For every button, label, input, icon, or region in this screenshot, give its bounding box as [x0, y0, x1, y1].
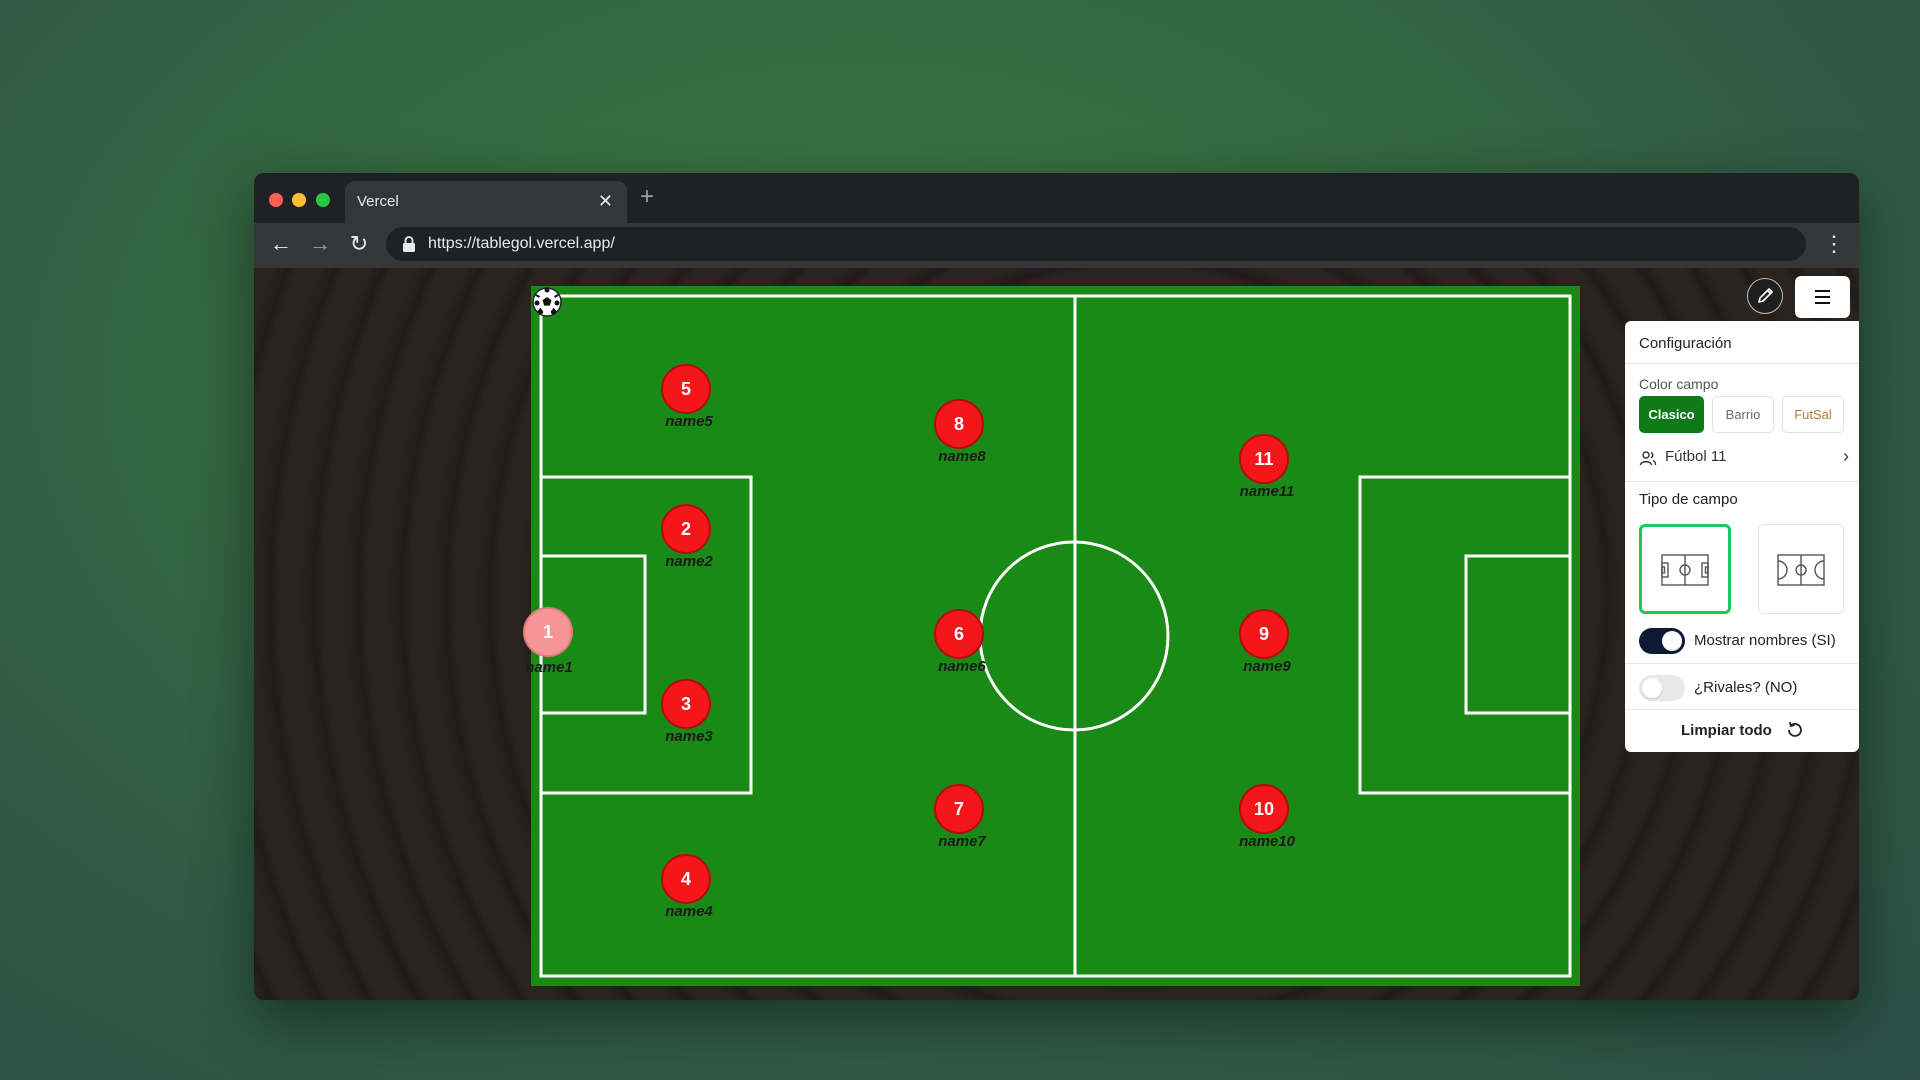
- player-name-8: name8: [938, 448, 986, 465]
- panel-title: Configuración: [1639, 335, 1732, 352]
- forward-button[interactable]: →: [307, 231, 333, 257]
- minimize-window-button[interactable]: [292, 193, 306, 207]
- divider: [1625, 663, 1859, 664]
- rivals-switch[interactable]: [1639, 675, 1685, 701]
- reload-button[interactable]: ↻: [346, 231, 372, 257]
- player-token-10[interactable]: 10: [1239, 784, 1289, 834]
- switch-knob: [1642, 678, 1662, 698]
- show-names-switch[interactable]: [1639, 628, 1685, 654]
- pencil-edit-button[interactable]: [1747, 278, 1783, 314]
- player-name-7: name7: [938, 833, 986, 850]
- player-name-4: name4: [665, 903, 713, 920]
- field-type-soccer-option[interactable]: [1639, 524, 1731, 614]
- player-token-8[interactable]: 8: [934, 399, 984, 449]
- switch-knob: [1662, 631, 1682, 651]
- divider: [1625, 709, 1859, 710]
- player-token-6[interactable]: 6: [934, 609, 984, 659]
- show-names-label: Mostrar nombres (SI): [1694, 632, 1836, 649]
- new-tab-button[interactable]: +: [640, 183, 654, 211]
- player-name-2: name2: [665, 553, 713, 570]
- pencil-icon: [1758, 288, 1773, 303]
- field-type-futsal-option[interactable]: [1758, 524, 1844, 614]
- color-barrio-button[interactable]: Barrio: [1712, 396, 1774, 433]
- game-mode-label: Fútbol 11: [1665, 448, 1727, 465]
- close-window-button[interactable]: [269, 193, 283, 207]
- hamburger-menu-button[interactable]: [1795, 276, 1850, 318]
- users-icon: [1639, 451, 1657, 466]
- settings-panel: Configuración Color campo Clasico Barrio…: [1625, 321, 1859, 752]
- divider: [1625, 481, 1859, 482]
- url-text: https://tablegol.vercel.app/: [428, 235, 615, 252]
- browser-toolbar: ← → ↻ https://tablegol.vercel.app/ ⋮: [254, 223, 1859, 268]
- color-clasico-button[interactable]: Clasico: [1639, 396, 1704, 433]
- clear-all-label: Limpiar todo: [1681, 722, 1772, 739]
- browser-menu-icon[interactable]: ⋮: [1823, 231, 1845, 257]
- title-bar: Vercel ✕ +: [254, 173, 1859, 223]
- player-token-5[interactable]: 5: [661, 364, 711, 414]
- soccer-ball-icon[interactable]: [531, 286, 563, 318]
- color-futsal-button[interactable]: FutSal: [1782, 396, 1844, 433]
- browser-tab[interactable]: Vercel ✕: [345, 181, 627, 223]
- maximize-window-button[interactable]: [316, 193, 330, 207]
- futsal-court-icon: [1777, 554, 1825, 586]
- player-name-1: name1: [525, 659, 573, 676]
- soccer-pitch-icon: [1661, 554, 1709, 586]
- player-name-10: name10: [1239, 833, 1295, 850]
- player-name-6: name6: [938, 658, 986, 675]
- game-mode-selector[interactable]: Fútbol 11 ›: [1639, 444, 1849, 474]
- player-name-9: name9: [1243, 658, 1291, 675]
- hamburger-icon: [1815, 290, 1830, 304]
- rivals-toggle[interactable]: ¿Rivales? (NO): [1639, 673, 1849, 703]
- soccer-field[interactable]: 1 name1 2 name2 3 name3 4 name4 5 name5 …: [523, 286, 1580, 986]
- field-type-label: Tipo de campo: [1639, 491, 1738, 508]
- divider: [1625, 363, 1859, 364]
- player-name-5: name5: [665, 413, 713, 430]
- player-token-1[interactable]: 1: [523, 607, 573, 657]
- clear-all-button[interactable]: Limpiar todo: [1625, 715, 1859, 745]
- show-names-toggle[interactable]: Mostrar nombres (SI): [1639, 626, 1849, 656]
- rivals-label: ¿Rivales? (NO): [1694, 679, 1798, 696]
- lock-icon: [403, 236, 415, 252]
- player-token-9[interactable]: 9: [1239, 609, 1289, 659]
- player-token-2[interactable]: 2: [661, 504, 711, 554]
- player-token-11[interactable]: 11: [1239, 434, 1289, 484]
- address-bar[interactable]: https://tablegol.vercel.app/: [386, 227, 1806, 261]
- back-button[interactable]: ←: [268, 231, 294, 257]
- tab-title: Vercel: [357, 193, 399, 210]
- player-name-11: name11: [1239, 483, 1295, 500]
- page-content: 1 name1 2 name2 3 name3 4 name4 5 name5 …: [254, 268, 1859, 1000]
- chevron-right-icon: ›: [1843, 446, 1849, 466]
- player-token-4[interactable]: 4: [661, 854, 711, 904]
- browser-window: Vercel ✕ + ← → ↻ https://tablegol.vercel…: [254, 173, 1859, 1000]
- player-name-3: name3: [665, 728, 713, 745]
- tab-close-icon[interactable]: ✕: [598, 191, 613, 212]
- field-color-label: Color campo: [1639, 376, 1719, 392]
- player-token-3[interactable]: 3: [661, 679, 711, 729]
- reset-icon: [1788, 721, 1802, 737]
- player-token-7[interactable]: 7: [934, 784, 984, 834]
